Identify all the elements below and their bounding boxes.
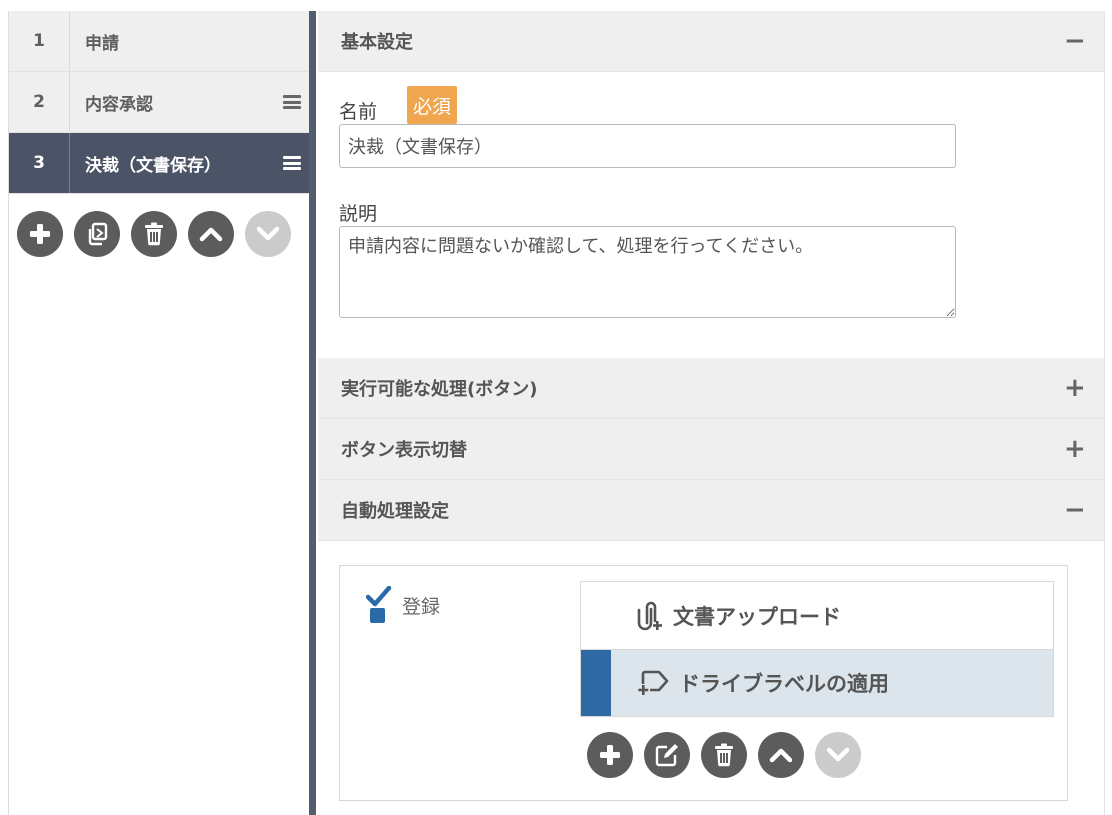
clip-plus-icon bbox=[637, 601, 662, 630]
step-number: 2 bbox=[9, 72, 70, 132]
auto-process-box: 登録 文書アップロード ドライブラベルの適用 bbox=[339, 565, 1068, 801]
plus-icon bbox=[30, 224, 50, 244]
move-action-up-button[interactable] bbox=[758, 732, 804, 778]
add-step-button[interactable] bbox=[17, 211, 63, 257]
section-title: 自動処理設定 bbox=[341, 501, 449, 522]
label-plus-icon bbox=[638, 670, 669, 695]
check-square-icon bbox=[366, 586, 392, 623]
step-number: 1 bbox=[9, 11, 70, 71]
button-visibility-header[interactable]: ボタン表示切替 + bbox=[318, 419, 1104, 480]
action-item-document-upload[interactable]: 文書アップロード bbox=[581, 582, 1053, 649]
basic-settings-body: 名前 必須 説明 申請内容に問題ないか確認して、処理を行ってください。 bbox=[318, 72, 1104, 358]
add-action-button[interactable] bbox=[587, 732, 633, 778]
chevron-up-icon bbox=[199, 227, 223, 242]
step-list-panel: 1 申請 2 内容承認 3 決裁（文書保存） bbox=[8, 11, 309, 815]
description-textarea[interactable]: 申請内容に問題ないか確認して、処理を行ってください。 bbox=[339, 226, 956, 318]
section-title: ボタン表示切替 bbox=[341, 440, 467, 461]
collapse-icon[interactable]: − bbox=[1064, 497, 1086, 523]
trigger-register[interactable]: 登録 bbox=[366, 586, 440, 624]
description-label: 説明 bbox=[339, 203, 378, 225]
step-item-3[interactable]: 3 決裁（文書保存） bbox=[9, 133, 309, 194]
step-label: 申請 bbox=[85, 33, 119, 54]
chevron-down-icon bbox=[826, 747, 850, 762]
step-toolbar bbox=[9, 194, 309, 257]
chevron-down-icon bbox=[256, 226, 280, 241]
drag-handle-icon[interactable] bbox=[283, 156, 301, 170]
edit-action-button[interactable] bbox=[644, 732, 690, 778]
edit-icon bbox=[655, 744, 678, 767]
copy-step-button[interactable] bbox=[74, 211, 120, 257]
delete-step-button[interactable] bbox=[131, 211, 177, 257]
name-label-row: 名前 必須 bbox=[339, 86, 1104, 124]
trash-icon bbox=[145, 222, 163, 246]
action-toolbar bbox=[587, 732, 861, 778]
action-label: 文書アップロード bbox=[673, 604, 841, 629]
trigger-label: 登録 bbox=[402, 595, 441, 618]
name-input[interactable] bbox=[339, 124, 956, 168]
panel-divider[interactable] bbox=[309, 11, 316, 815]
drag-handle-icon[interactable] bbox=[283, 95, 301, 109]
action-label: ドライブラベルの適用 bbox=[679, 672, 889, 696]
step-item-1[interactable]: 1 申請 bbox=[9, 11, 309, 72]
move-action-down-button[interactable] bbox=[815, 732, 861, 778]
required-badge: 必須 bbox=[407, 86, 458, 124]
step-label: 決裁（文書保存） bbox=[85, 155, 221, 176]
section-title: 基本設定 bbox=[341, 32, 413, 53]
trash-icon bbox=[715, 743, 733, 767]
plus-icon bbox=[600, 745, 620, 765]
auto-process-header[interactable]: 自動処理設定 − bbox=[318, 480, 1104, 541]
available-buttons-header[interactable]: 実行可能な処理(ボタン) + bbox=[318, 358, 1104, 419]
step-label: 内容承認 bbox=[85, 94, 153, 115]
expand-icon[interactable]: + bbox=[1064, 436, 1086, 462]
settings-panel: 基本設定 − 名前 必須 説明 申請内容に問題ないか確認して、処理を行ってくださ… bbox=[318, 11, 1105, 815]
step-number: 3 bbox=[9, 133, 70, 193]
basic-settings-header[interactable]: 基本設定 − bbox=[318, 11, 1104, 72]
delete-action-button[interactable] bbox=[701, 732, 747, 778]
name-label: 名前 bbox=[339, 101, 378, 123]
chevron-up-icon bbox=[769, 748, 793, 763]
action-list: 文書アップロード ドライブラベルの適用 bbox=[580, 581, 1054, 717]
copy-icon bbox=[88, 222, 108, 246]
step-item-2[interactable]: 2 内容承認 bbox=[9, 72, 309, 133]
expand-icon[interactable]: + bbox=[1064, 375, 1086, 401]
section-title: 実行可能な処理(ボタン) bbox=[341, 379, 538, 400]
action-item-apply-drive-label[interactable]: ドライブラベルの適用 bbox=[581, 649, 1053, 716]
move-step-up-button[interactable] bbox=[188, 211, 234, 257]
description-label-row: 説明 bbox=[339, 192, 1104, 226]
move-step-down-button[interactable] bbox=[245, 211, 291, 257]
collapse-icon[interactable]: − bbox=[1064, 28, 1086, 54]
